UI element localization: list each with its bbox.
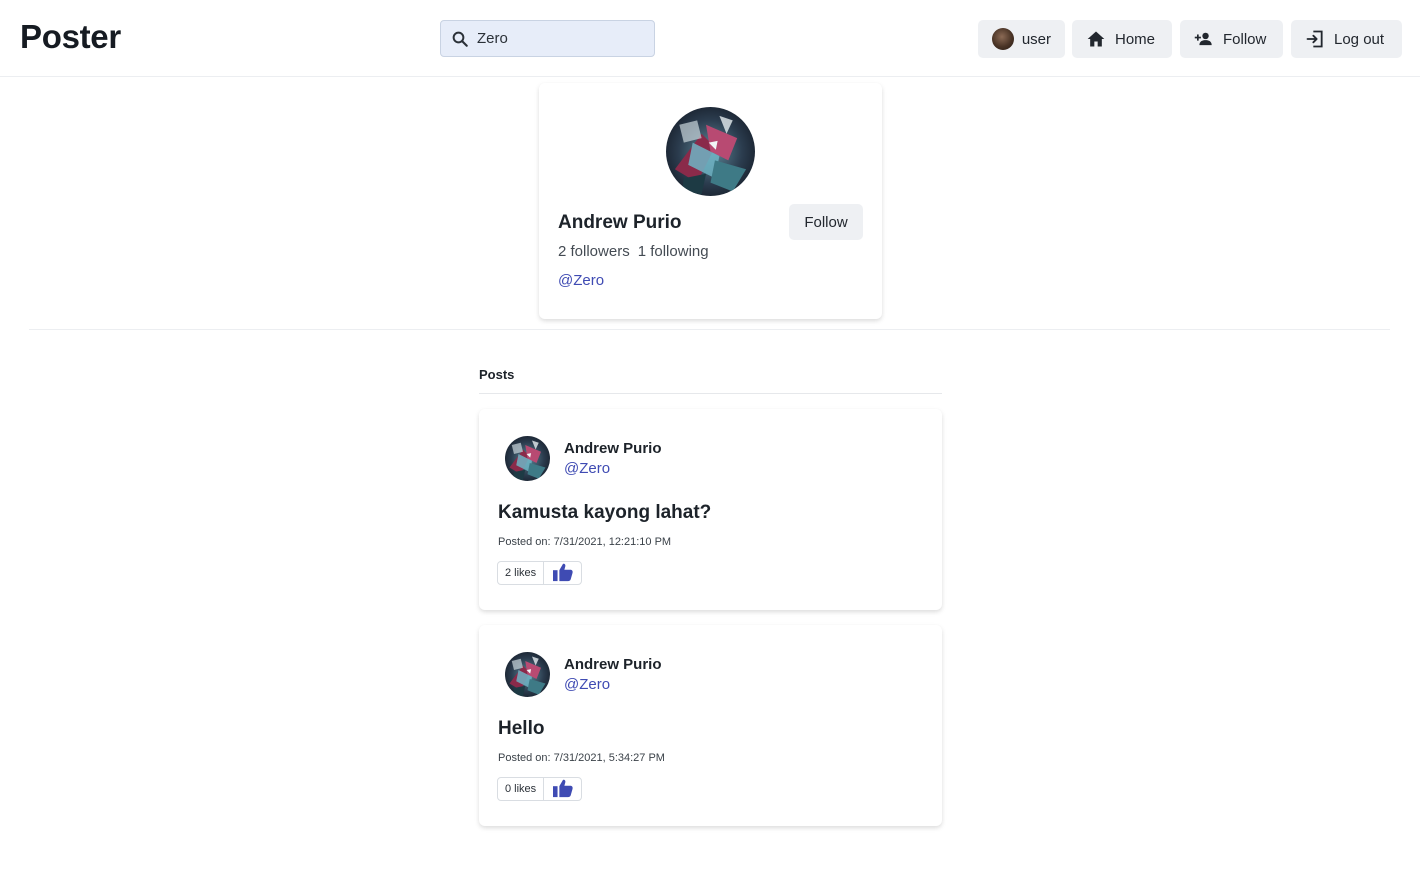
logout-button[interactable]: Log out	[1291, 20, 1402, 58]
user-menu-button[interactable]: user	[978, 20, 1065, 58]
thumbs-up-icon	[552, 778, 574, 800]
post-card: Andrew Purio @Zero Kamusta kayong lahat?…	[479, 409, 942, 610]
search-input[interactable]	[477, 21, 647, 56]
thumbs-up-icon	[552, 562, 574, 584]
post-author-avatar[interactable]	[505, 652, 550, 697]
like-group: 2 likes	[497, 561, 583, 585]
post-author-avatar[interactable]	[505, 436, 550, 481]
home-icon	[1086, 29, 1106, 49]
like-button[interactable]	[544, 778, 582, 800]
home-button[interactable]: Home	[1072, 20, 1172, 58]
post-timestamp: Posted on: 7/31/2021, 5:34:27 PM	[498, 752, 665, 764]
post-timestamp: Posted on: 7/31/2021, 12:21:10 PM	[498, 536, 672, 548]
search-icon	[451, 30, 469, 48]
profile-name: Andrew Purio	[558, 212, 682, 233]
posts-heading: Posts	[479, 367, 515, 382]
like-group: 0 likes	[497, 777, 583, 801]
post-title: Hello	[498, 718, 545, 739]
person-add-icon	[1194, 29, 1214, 49]
like-button[interactable]	[544, 562, 582, 584]
logout-icon	[1305, 29, 1325, 49]
post-card: Andrew Purio @Zero Hello Posted on: 7/31…	[479, 625, 942, 826]
follow-nav-button[interactable]: Follow	[1180, 20, 1283, 58]
post-title: Kamusta kayong lahat?	[498, 502, 712, 523]
section-divider	[29, 329, 1390, 330]
follow-button[interactable]: Follow	[789, 204, 863, 240]
profile-handle-link[interactable]: @Zero	[558, 272, 604, 289]
follow-stats: 2 followers 1 following	[558, 243, 709, 260]
posts-heading-divider	[479, 393, 942, 394]
following-count[interactable]: 1 following	[638, 243, 709, 260]
followers-count[interactable]: 2 followers	[558, 243, 630, 260]
like-count: 0 likes	[498, 778, 545, 800]
logout-label: Log out	[1334, 30, 1385, 48]
post-author-name: Andrew Purio	[564, 656, 662, 673]
profile-avatar	[666, 107, 755, 196]
search-box[interactable]	[440, 20, 655, 57]
follow-nav-label: Follow	[1223, 30, 1267, 48]
post-author-handle[interactable]: @Zero	[564, 676, 610, 693]
home-label: Home	[1115, 30, 1156, 48]
profile-card: Andrew Purio Follow 2 followers 1 follow…	[539, 83, 882, 319]
like-count: 2 likes	[498, 562, 545, 584]
post-author-name: Andrew Purio	[564, 440, 662, 457]
top-bar: Poster user Home Follow Log out	[0, 0, 1420, 77]
post-author-handle[interactable]: @Zero	[564, 460, 610, 477]
app-logo[interactable]: Poster	[20, 18, 121, 56]
user-label: user	[1021, 30, 1051, 48]
user-avatar	[992, 28, 1014, 50]
